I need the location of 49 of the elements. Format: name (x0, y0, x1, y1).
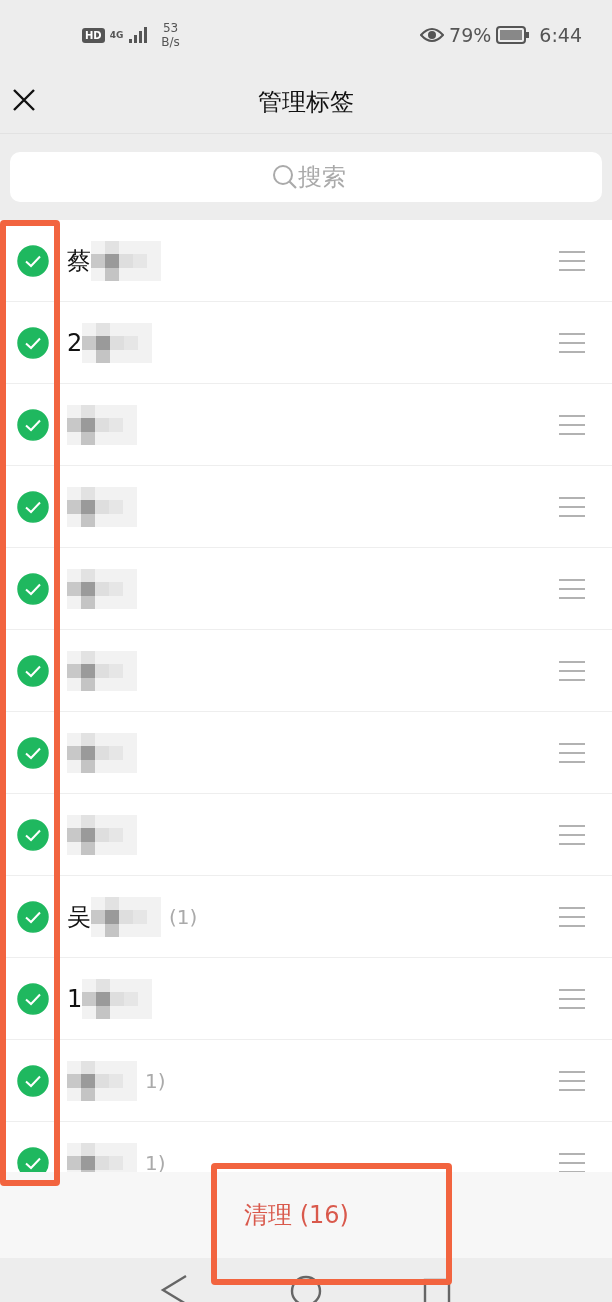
check-icon[interactable] (17, 1064, 49, 1097)
drag-handle-icon[interactable] (558, 905, 586, 928)
check-icon[interactable] (17, 326, 49, 359)
check-icon[interactable] (17, 654, 49, 687)
check-icon[interactable] (17, 572, 49, 605)
check-icon[interactable] (17, 982, 49, 1015)
drag-handle-icon[interactable] (558, 659, 586, 682)
tag-row[interactable]: 1 (0, 958, 612, 1040)
tag-count: 1) (145, 1150, 166, 1172)
clean-button[interactable]: 清理 (16) (230, 1191, 363, 1239)
tag-name: 蔡 (67, 245, 91, 277)
speed-unit: B/s (161, 35, 180, 49)
drag-handle-icon[interactable] (558, 823, 586, 846)
drag-handle-icon[interactable] (558, 1151, 586, 1172)
battery-percent: 79% (449, 24, 492, 46)
check-icon[interactable] (17, 736, 49, 769)
hd-badge: HD (82, 27, 105, 43)
eye-icon (420, 27, 445, 43)
tag-name: 1 (67, 984, 83, 1013)
home-icon[interactable] (290, 1274, 322, 1302)
drag-handle-icon[interactable] (558, 413, 586, 436)
page-title: 管理标签 (258, 86, 354, 118)
tag-row[interactable]: 蔡 (0, 220, 612, 302)
speed-value: 53 (162, 21, 179, 35)
close-icon (12, 88, 36, 112)
drag-handle-icon[interactable] (558, 1069, 586, 1092)
check-icon[interactable] (17, 900, 49, 933)
battery-icon (496, 26, 531, 44)
check-icon[interactable] (17, 1146, 49, 1172)
drag-handle-icon[interactable] (558, 249, 586, 272)
drag-handle-icon[interactable] (558, 987, 586, 1010)
clock-time: 6:44 (539, 24, 582, 46)
tag-name: 2 (67, 328, 83, 357)
tag-row[interactable]: 吴 (1) (0, 876, 612, 958)
tag-name: 吴 (67, 901, 91, 933)
check-icon[interactable] (17, 244, 49, 277)
check-icon[interactable] (17, 408, 49, 441)
check-icon[interactable] (17, 818, 49, 851)
tag-count: 1) (145, 1068, 166, 1093)
tag-count: (1) (169, 904, 198, 929)
drag-handle-icon[interactable] (558, 495, 586, 518)
check-icon[interactable] (17, 490, 49, 523)
drag-handle-icon[interactable] (558, 577, 586, 600)
drag-handle-icon[interactable] (558, 331, 586, 354)
tag-row[interactable]: 2 (0, 302, 612, 384)
search-icon (272, 164, 298, 190)
network-label: 4G (109, 30, 124, 40)
search-field[interactable]: 搜索 (10, 152, 602, 202)
drag-handle-icon[interactable] (558, 741, 586, 764)
